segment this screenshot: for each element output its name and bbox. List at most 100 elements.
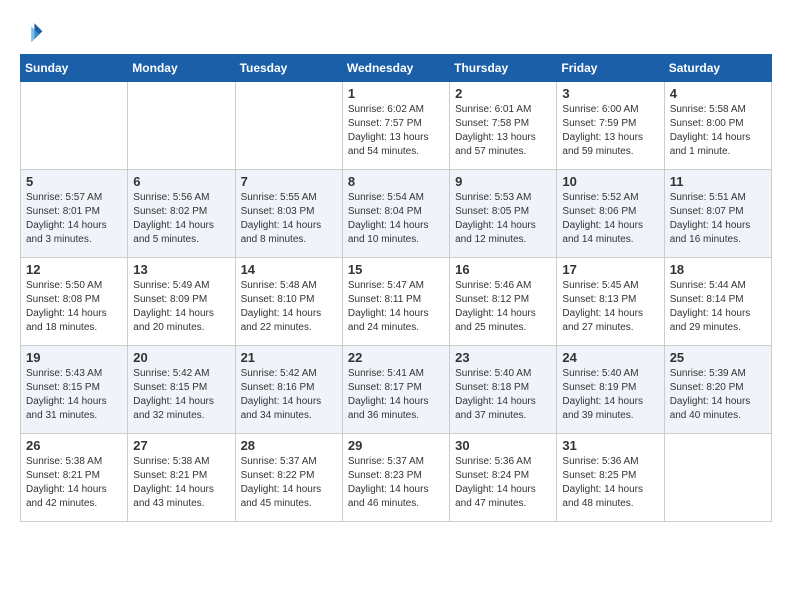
- day-number: 27: [133, 438, 229, 453]
- day-cell-14: 14 Sunrise: 5:48 AMSunset: 8:10 PMDayligh…: [235, 258, 342, 346]
- day-number: 4: [670, 86, 766, 101]
- day-number: 8: [348, 174, 444, 189]
- day-cell-16: 16Sunrise: 5:46 AMSunset: 8:12 PMDayligh…: [450, 258, 557, 346]
- day-cell-28: 28 Sunrise: 5:37 AMSunset: 8:22 PMDayligh…: [235, 434, 342, 522]
- day-info: Sunrise: 5:50 AMSunset: 8:08 PMDaylight:…: [26, 279, 122, 335]
- day-number: 18: [670, 262, 766, 277]
- day-number: 13: [133, 262, 229, 277]
- header-cell-friday: Friday: [557, 55, 664, 82]
- day-cell-24: 24 Sunrise: 5:40 AMSunset: 8:19 PMDayligh…: [557, 346, 664, 434]
- page-container: SundayMondayTuesdayWednesdayThursdayFrid…: [20, 20, 772, 522]
- day-info: Sunrise: 5:48 AMSunset: 8:10 PMDaylight:…: [241, 279, 337, 335]
- day-number: 20: [133, 350, 229, 365]
- day-number: 28: [241, 438, 337, 453]
- day-number: 14: [241, 262, 337, 277]
- day-info: Sunrise: 6:00 AMSunset: 7:59 PMDaylight:…: [562, 103, 658, 159]
- week-row-5: 26Sunrise: 5:38 AMSunset: 8:21 PMDayligh…: [21, 434, 772, 522]
- day-cell-29: 29Sunrise: 5:37 AMSunset: 8:23 PMDayligh…: [342, 434, 449, 522]
- day-cell-13: 13 Sunrise: 5:49 AMSunset: 8:09 PMDayligh…: [128, 258, 235, 346]
- day-info: Sunrise: 5:56 AMSunset: 8:02 PMDaylight:…: [133, 191, 229, 247]
- day-cell-25: 25 Sunrise: 5:39 AMSunset: 8:20 PMDayligh…: [664, 346, 771, 434]
- day-info: Sunrise: 5:47 AMSunset: 8:11 PMDaylight:…: [348, 279, 444, 335]
- day-cell-21: 21 Sunrise: 5:42 AMSunset: 8:16 PMDayligh…: [235, 346, 342, 434]
- header-cell-saturday: Saturday: [664, 55, 771, 82]
- week-row-1: 1 Sunrise: 6:02 AMSunset: 7:57 PMDaylight…: [21, 82, 772, 170]
- day-cell-2: 2 Sunrise: 6:01 AMSunset: 7:58 PMDaylight…: [450, 82, 557, 170]
- day-cell-10: 10 Sunrise: 5:52 AMSunset: 8:06 PMDayligh…: [557, 170, 664, 258]
- logo: [20, 20, 48, 44]
- day-cell-12: 12 Sunrise: 5:50 AMSunset: 8:08 PMDayligh…: [21, 258, 128, 346]
- empty-cell: [128, 82, 235, 170]
- day-cell-30: 30 Sunrise: 5:36 AMSunset: 8:24 PMDayligh…: [450, 434, 557, 522]
- calendar-header: SundayMondayTuesdayWednesdayThursdayFrid…: [21, 55, 772, 82]
- day-number: 31: [562, 438, 658, 453]
- day-number: 10: [562, 174, 658, 189]
- day-info: Sunrise: 5:42 AMSunset: 8:16 PMDaylight:…: [241, 367, 337, 423]
- day-number: 7: [241, 174, 337, 189]
- week-row-4: 19Sunrise: 5:43 AMSunset: 8:15 PMDayligh…: [21, 346, 772, 434]
- day-number: 15: [348, 262, 444, 277]
- header-cell-monday: Monday: [128, 55, 235, 82]
- day-info: Sunrise: 5:57 AMSunset: 8:01 PMDaylight:…: [26, 191, 122, 247]
- day-cell-27: 27 Sunrise: 5:38 AMSunset: 8:21 PMDayligh…: [128, 434, 235, 522]
- day-info: Sunrise: 5:37 AMSunset: 8:22 PMDaylight:…: [241, 455, 337, 511]
- day-cell-1: 1 Sunrise: 6:02 AMSunset: 7:57 PMDaylight…: [342, 82, 449, 170]
- day-info: Sunrise: 5:39 AMSunset: 8:20 PMDaylight:…: [670, 367, 766, 423]
- day-info: Sunrise: 5:38 AMSunset: 8:21 PMDaylight:…: [26, 455, 122, 511]
- day-info: Sunrise: 5:52 AMSunset: 8:06 PMDaylight:…: [562, 191, 658, 247]
- day-info: Sunrise: 5:54 AMSunset: 8:04 PMDaylight:…: [348, 191, 444, 247]
- empty-cell: [21, 82, 128, 170]
- day-cell-15: 15 Sunrise: 5:47 AMSunset: 8:11 PMDayligh…: [342, 258, 449, 346]
- day-info: Sunrise: 5:58 AMSunset: 8:00 PMDaylight:…: [670, 103, 766, 159]
- day-cell-9: 9 Sunrise: 5:53 AMSunset: 8:05 PMDaylight…: [450, 170, 557, 258]
- day-cell-18: 18 Sunrise: 5:44 AMSunset: 8:14 PMDayligh…: [664, 258, 771, 346]
- logo-icon: [20, 20, 44, 44]
- day-info: Sunrise: 5:41 AMSunset: 8:17 PMDaylight:…: [348, 367, 444, 423]
- day-cell-5: 5 Sunrise: 5:57 AMSunset: 8:01 PMDaylight…: [21, 170, 128, 258]
- day-number: 3: [562, 86, 658, 101]
- day-info: Sunrise: 5:49 AMSunset: 8:09 PMDaylight:…: [133, 279, 229, 335]
- page-header: [20, 20, 772, 44]
- calendar-table: SundayMondayTuesdayWednesdayThursdayFrid…: [20, 54, 772, 522]
- day-cell-31: 31 Sunrise: 5:36 AMSunset: 8:25 PMDayligh…: [557, 434, 664, 522]
- day-number: 23: [455, 350, 551, 365]
- calendar-body: 1 Sunrise: 6:02 AMSunset: 7:57 PMDaylight…: [21, 82, 772, 522]
- empty-cell: [235, 82, 342, 170]
- day-number: 11: [670, 174, 766, 189]
- day-info: Sunrise: 5:45 AMSunset: 8:13 PMDaylight:…: [562, 279, 658, 335]
- day-cell-20: 20Sunrise: 5:42 AMSunset: 8:15 PMDayligh…: [128, 346, 235, 434]
- day-number: 12: [26, 262, 122, 277]
- day-number: 25: [670, 350, 766, 365]
- day-number: 1: [348, 86, 444, 101]
- day-number: 2: [455, 86, 551, 101]
- week-row-2: 5 Sunrise: 5:57 AMSunset: 8:01 PMDaylight…: [21, 170, 772, 258]
- header-row: SundayMondayTuesdayWednesdayThursdayFrid…: [21, 55, 772, 82]
- header-cell-sunday: Sunday: [21, 55, 128, 82]
- empty-cell: [664, 434, 771, 522]
- day-info: Sunrise: 6:02 AMSunset: 7:57 PMDaylight:…: [348, 103, 444, 159]
- day-cell-17: 17 Sunrise: 5:45 AMSunset: 8:13 PMDayligh…: [557, 258, 664, 346]
- day-number: 30: [455, 438, 551, 453]
- day-cell-23: 23Sunrise: 5:40 AMSunset: 8:18 PMDayligh…: [450, 346, 557, 434]
- day-info: Sunrise: 5:44 AMSunset: 8:14 PMDaylight:…: [670, 279, 766, 335]
- day-number: 6: [133, 174, 229, 189]
- day-info: Sunrise: 5:46 AMSunset: 8:12 PMDaylight:…: [455, 279, 551, 335]
- day-info: Sunrise: 5:36 AMSunset: 8:24 PMDaylight:…: [455, 455, 551, 511]
- day-number: 9: [455, 174, 551, 189]
- day-info: Sunrise: 5:36 AMSunset: 8:25 PMDaylight:…: [562, 455, 658, 511]
- header-cell-wednesday: Wednesday: [342, 55, 449, 82]
- day-info: Sunrise: 5:38 AMSunset: 8:21 PMDaylight:…: [133, 455, 229, 511]
- day-cell-19: 19Sunrise: 5:43 AMSunset: 8:15 PMDayligh…: [21, 346, 128, 434]
- day-number: 24: [562, 350, 658, 365]
- day-info: Sunrise: 5:40 AMSunset: 8:19 PMDaylight:…: [562, 367, 658, 423]
- day-number: 5: [26, 174, 122, 189]
- day-number: 21: [241, 350, 337, 365]
- day-number: 22: [348, 350, 444, 365]
- day-cell-11: 11Sunrise: 5:51 AMSunset: 8:07 PMDayligh…: [664, 170, 771, 258]
- day-info: Sunrise: 5:55 AMSunset: 8:03 PMDaylight:…: [241, 191, 337, 247]
- day-info: Sunrise: 6:01 AMSunset: 7:58 PMDaylight:…: [455, 103, 551, 159]
- day-cell-6: 6 Sunrise: 5:56 AMSunset: 8:02 PMDaylight…: [128, 170, 235, 258]
- day-info: Sunrise: 5:53 AMSunset: 8:05 PMDaylight:…: [455, 191, 551, 247]
- day-number: 17: [562, 262, 658, 277]
- day-cell-4: 4 Sunrise: 5:58 AMSunset: 8:00 PMDaylight…: [664, 82, 771, 170]
